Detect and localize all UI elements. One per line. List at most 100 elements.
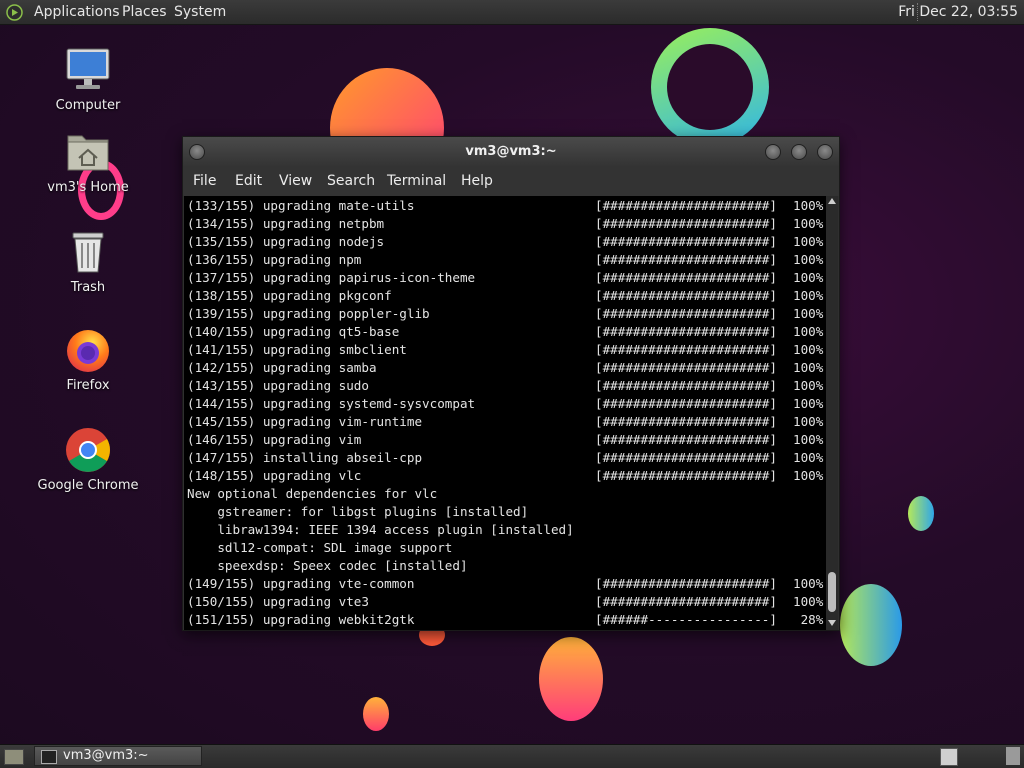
terminal-line: sdl12-compat: SDL image support (187, 539, 827, 557)
firefox-icon (64, 326, 112, 374)
terminal-line-text: (137/155) upgrading papirus-icon-theme (187, 270, 476, 285)
progress-percent: 100% (793, 270, 824, 285)
progress-percent: 100% (793, 360, 824, 375)
maximize-button[interactable] (791, 144, 807, 160)
progress-bar-text: [######################] (595, 216, 777, 231)
progress-bar-text: [######################] (595, 432, 777, 447)
progress-bar-text: [######################] (595, 414, 777, 429)
progress-bar-text: [######################] (595, 450, 777, 465)
wallpaper-big-blue-blob (840, 584, 902, 666)
wallpaper-tiny-orange-blob (363, 697, 389, 731)
terminal-line: (149/155) upgrading vte-common [#########… (187, 575, 827, 593)
terminal-line-text: (142/155) upgrading samba (187, 360, 377, 375)
desktop-icon-label: Google Chrome (37, 478, 139, 493)
progress-percent: 100% (793, 432, 824, 447)
terminal-line-text: (146/155) upgrading vim (187, 432, 362, 447)
progress-percent: 100% (793, 396, 824, 411)
top-panel: Applications Places System Fri Dec 22, 0… (0, 0, 1024, 25)
terminal-line-text: (135/155) upgrading nodejs (187, 234, 385, 249)
trash-applet-icon[interactable] (1006, 747, 1020, 765)
bottom-panel: vm3@vm3:~ (0, 744, 1024, 768)
desktop-icon-home[interactable]: vm3's Home (33, 128, 143, 195)
trash-icon (64, 228, 112, 276)
home-folder-icon (64, 128, 112, 176)
terminal-line: (136/155) upgrading npm [################… (187, 251, 827, 269)
progress-bar-text: [######################] (595, 360, 777, 375)
show-desktop-icon[interactable] (4, 749, 24, 765)
progress-percent: 100% (793, 414, 824, 429)
terminal-line-text: (136/155) upgrading npm (187, 252, 362, 267)
window-titlebar[interactable]: vm3@vm3:~ (183, 137, 839, 167)
progress-percent: 100% (793, 576, 824, 591)
terminal-line-text: (133/155) upgrading mate-utils (187, 198, 415, 213)
terminal-line-text: New optional dependencies for vlc (187, 486, 438, 501)
progress-bar-text: [######################] (595, 270, 777, 285)
terminal-output[interactable]: (133/155) upgrading mate-utils [#########… (184, 196, 827, 630)
terminal-line-text: libraw1394: IEEE 1394 access plugin [ins… (187, 522, 574, 537)
desktop-icon-label: Computer (55, 98, 121, 113)
terminal-line: (134/155) upgrading netpbm [#############… (187, 215, 827, 233)
terminal-line: (138/155) upgrading pkgconf [############… (187, 287, 827, 305)
progress-percent: 100% (793, 216, 824, 231)
progress-bar-text: [######################] (595, 396, 777, 411)
terminal-scrollbar[interactable] (826, 196, 838, 630)
terminal-line: libraw1394: IEEE 1394 access plugin [ins… (187, 521, 827, 539)
progress-bar-text: [######################] (595, 594, 777, 609)
menu-file[interactable]: File (193, 173, 216, 189)
desktop-icon-trash[interactable]: Trash (33, 228, 143, 295)
terminal-line: speexdsp: Speex codec [installed] (187, 557, 827, 575)
progress-percent: 100% (793, 198, 824, 213)
system-menu[interactable]: System (174, 4, 226, 20)
window-menubar: File Edit View Search Terminal Help (183, 167, 839, 196)
terminal-line-text: (145/155) upgrading vim-runtime (187, 414, 423, 429)
progress-percent: 100% (793, 324, 824, 339)
progress-percent: 100% (793, 378, 824, 393)
terminal-line: (135/155) upgrading nodejs [#############… (187, 233, 827, 251)
places-menu[interactable]: Places (122, 4, 167, 20)
minimize-button[interactable] (765, 144, 781, 160)
terminal-line: (147/155) installing abseil-cpp [########… (187, 449, 827, 467)
progress-bar-text: [######################] (595, 342, 777, 357)
menu-edit[interactable]: Edit (235, 173, 262, 189)
terminal-line: (148/155) upgrading vlc [################… (187, 467, 827, 485)
terminal-line: (137/155) upgrading papirus-icon-theme [#… (187, 269, 827, 287)
window-title: vm3@vm3:~ (465, 144, 557, 159)
progress-bar-text: [######################] (595, 576, 777, 591)
window-menu-button[interactable] (189, 144, 205, 160)
terminal-line-text: sdl12-compat: SDL image support (187, 540, 453, 555)
desktop-icon-chrome[interactable]: Google Chrome (33, 426, 143, 493)
progress-bar-text: [######################] (595, 468, 777, 483)
progress-bar-text: [######################] (595, 198, 777, 213)
menu-help[interactable]: Help (461, 173, 493, 189)
menu-search[interactable]: Search (327, 173, 375, 189)
terminal-line-text: (144/155) upgrading systemd-sysvcompat (187, 396, 476, 411)
applications-menu[interactable]: Applications (34, 4, 120, 20)
scrollbar-thumb[interactable] (828, 572, 836, 612)
progress-bar-text: [######################] (595, 234, 777, 249)
terminal-line-text: (138/155) upgrading pkgconf (187, 288, 392, 303)
terminal-window[interactable]: vm3@vm3:~ File Edit View Search Terminal… (182, 136, 840, 631)
terminal-line-text: (150/155) upgrading vte3 (187, 594, 369, 609)
workspace-switcher[interactable] (940, 748, 958, 766)
progress-percent: 100% (793, 252, 824, 267)
progress-bar-text: [######################] (595, 378, 777, 393)
desktop-icon-label: Trash (70, 280, 106, 295)
close-button[interactable] (817, 144, 833, 160)
clock[interactable]: Fri Dec 22, 03:55 (898, 4, 1018, 20)
terminal-line: (146/155) upgrading vim [################… (187, 431, 827, 449)
desktop-icon-firefox[interactable]: Firefox (33, 326, 143, 393)
scroll-up-arrow-icon[interactable] (828, 198, 836, 204)
progress-bar-text: [######################] (595, 252, 777, 267)
terminal-line: New optional dependencies for vlc (187, 485, 827, 503)
mate-logo-icon[interactable] (6, 4, 23, 21)
desktop-icon-computer[interactable]: Computer (33, 46, 143, 113)
terminal-icon (41, 750, 57, 764)
taskbar-terminal-button[interactable]: vm3@vm3:~ (34, 746, 202, 766)
progress-percent: 100% (793, 234, 824, 249)
menu-terminal[interactable]: Terminal (387, 173, 446, 189)
menu-view[interactable]: View (279, 173, 312, 189)
progress-percent: 100% (793, 450, 824, 465)
scroll-down-arrow-icon[interactable] (828, 620, 836, 626)
terminal-line-text: (143/155) upgrading sudo (187, 378, 369, 393)
progress-percent: 100% (793, 342, 824, 357)
